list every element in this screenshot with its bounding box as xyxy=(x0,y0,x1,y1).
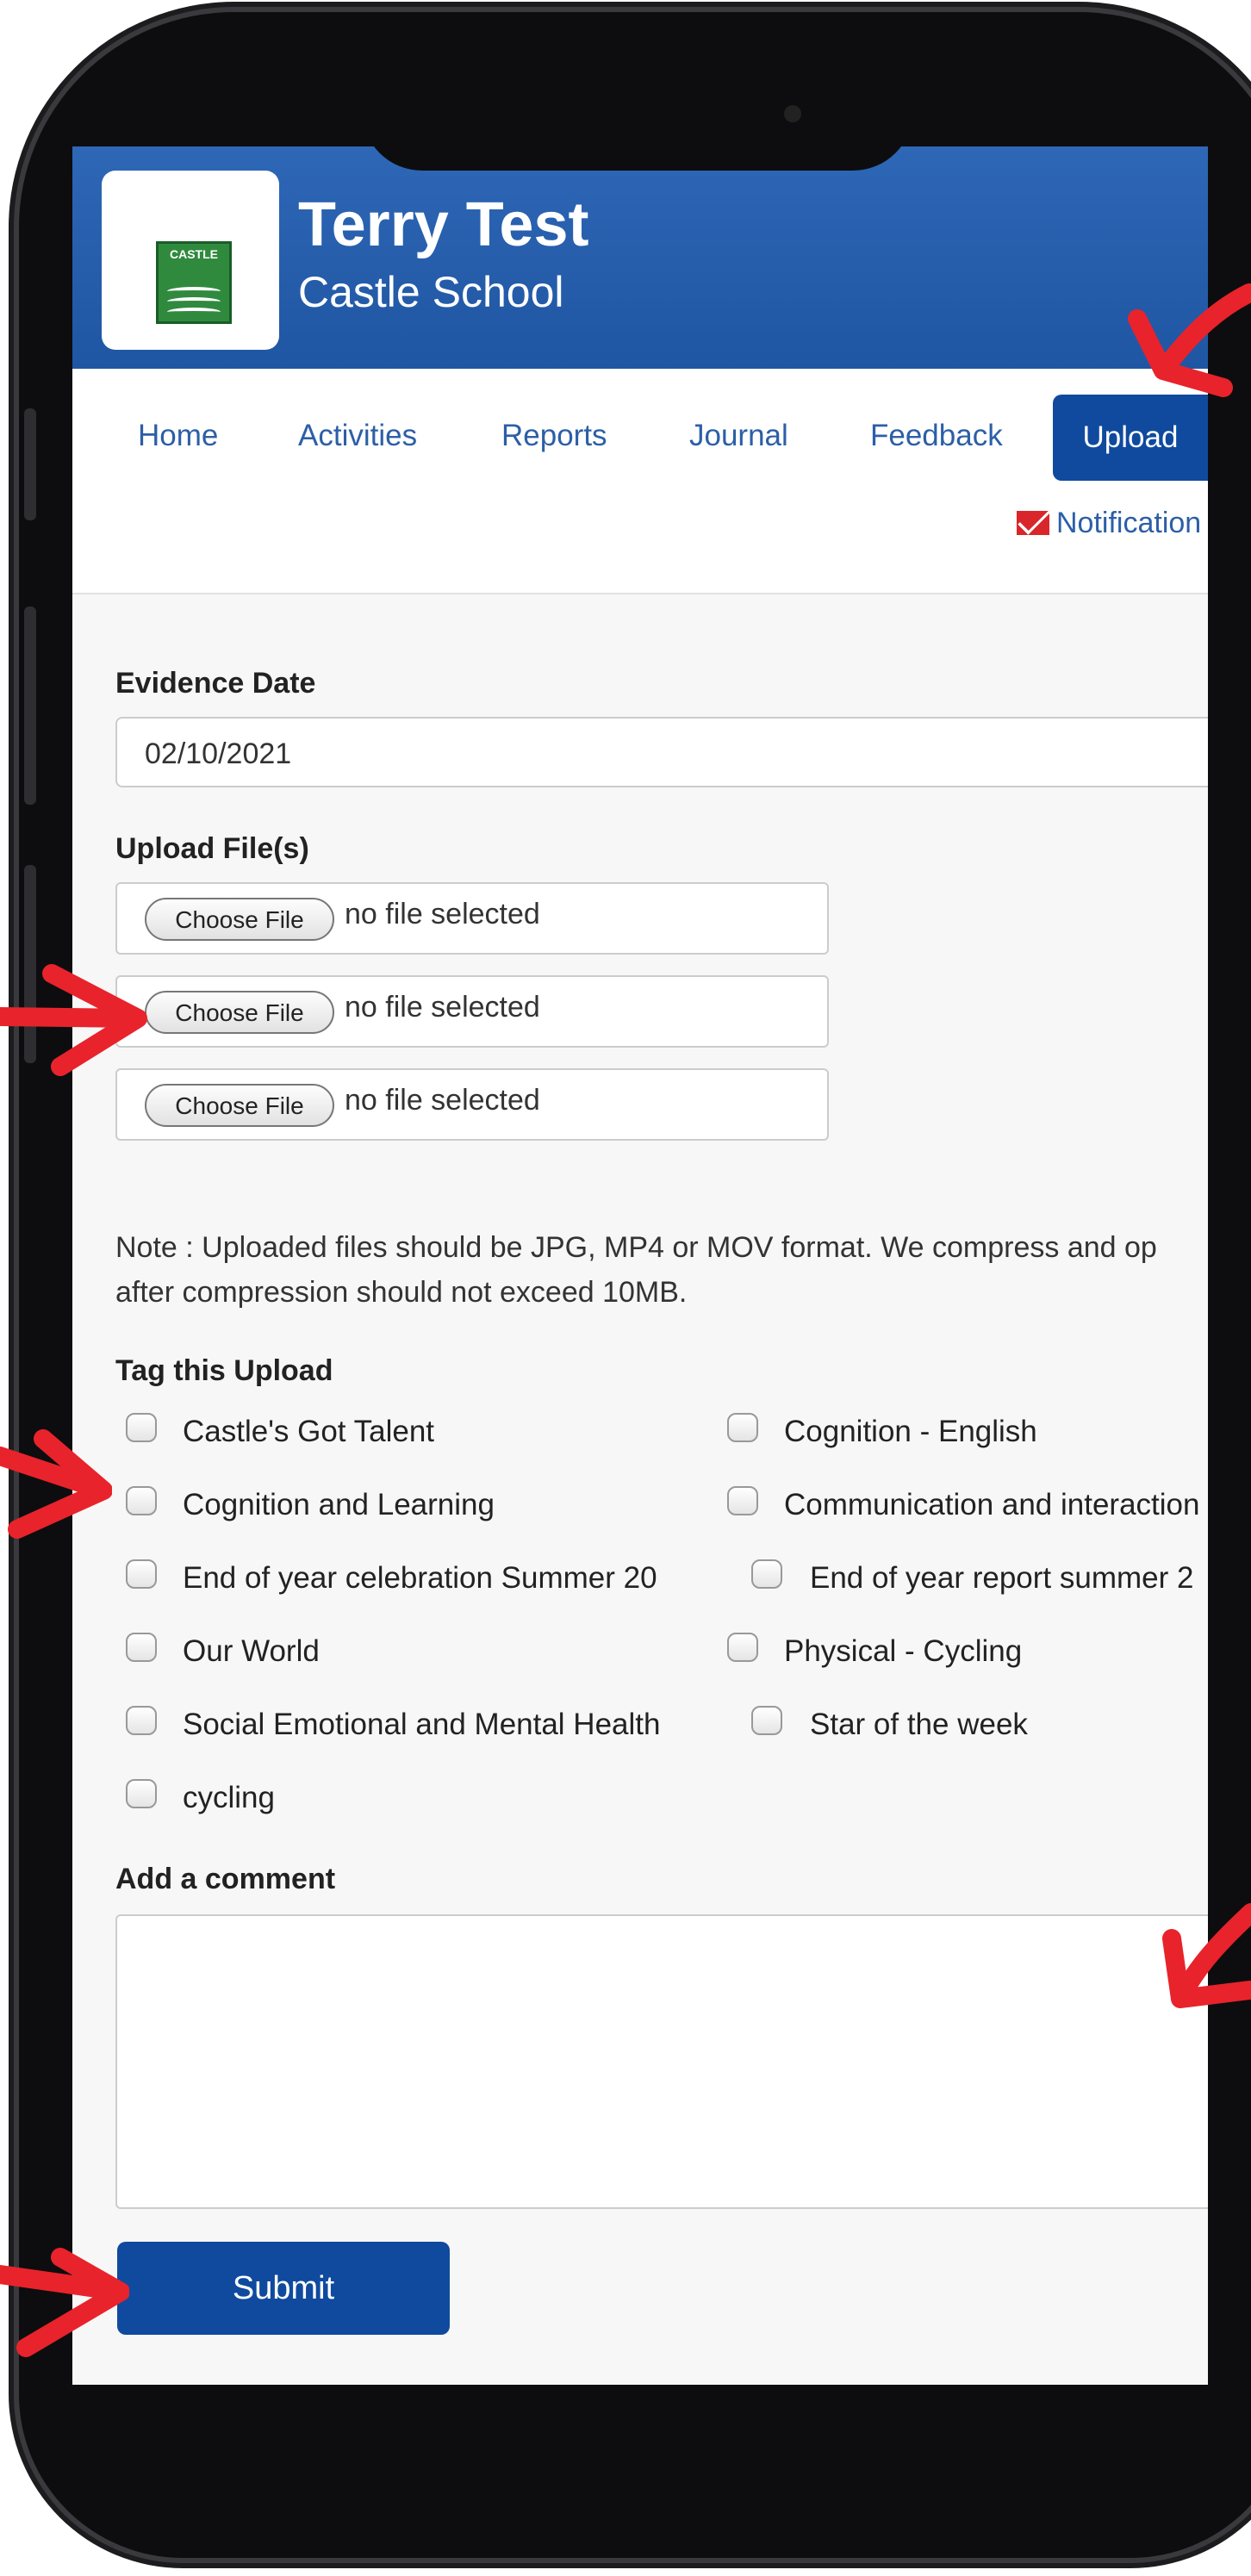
evidence-date-input[interactable]: 02/10/2021 xyxy=(115,717,1208,787)
tag-checkbox[interactable] xyxy=(727,1413,758,1442)
choose-file-button[interactable]: Choose File xyxy=(145,1084,334,1127)
file-status: no file selected xyxy=(345,1084,540,1117)
file-status: no file selected xyxy=(345,898,540,930)
logo-text: CASTLE xyxy=(170,247,218,261)
tag-label: Castle's Got Talent xyxy=(183,1415,435,1448)
tag-label: Our World xyxy=(183,1634,320,1668)
tag-checkbox[interactable] xyxy=(126,1779,157,1808)
upload-files-label: Upload File(s) xyxy=(115,832,309,865)
file-input-2: Choose File no file selected xyxy=(115,975,829,1048)
main-nav: Home Activities Reports Journal Feedback… xyxy=(72,369,1208,594)
nav-reports[interactable]: Reports xyxy=(501,419,607,453)
tag-checkbox[interactable] xyxy=(126,1559,157,1589)
tag-checkbox[interactable] xyxy=(727,1633,758,1662)
notifications-link[interactable]: Notification xyxy=(1017,507,1201,540)
tag-label: End of year celebration Summer 20 xyxy=(183,1561,657,1595)
note-line: Note : Uploaded files should be JPG, MP4… xyxy=(115,1231,1157,1264)
nav-activities[interactable]: Activities xyxy=(298,419,417,453)
evidence-date-label: Evidence Date xyxy=(115,667,316,700)
camera-icon xyxy=(784,105,801,122)
tag-checkbox[interactable] xyxy=(126,1413,157,1442)
tag-label: Physical - Cycling xyxy=(784,1634,1023,1668)
student-name: Terry Test xyxy=(298,190,589,259)
volume-up-button xyxy=(24,607,36,805)
phone-notch xyxy=(362,86,913,171)
app-screen: CASTLE Terry Test Castle School Home Act… xyxy=(72,146,1208,2385)
choose-file-button[interactable]: Choose File xyxy=(145,991,334,1034)
tag-label: Social Emotional and Mental Health xyxy=(183,1708,661,1741)
arrow-comment-icon xyxy=(1162,1903,1251,2008)
tag-label: Star of the week xyxy=(810,1708,1028,1741)
logo-wave xyxy=(167,297,221,306)
app-header: CASTLE Terry Test Castle School xyxy=(72,146,1208,369)
choose-file-button[interactable]: Choose File xyxy=(145,898,334,941)
nav-feedback[interactable]: Feedback xyxy=(870,419,1003,453)
file-input-1: Choose File no file selected xyxy=(115,882,829,955)
logo-wave xyxy=(167,308,221,316)
tag-label: Cognition - English xyxy=(784,1415,1037,1448)
tag-label: Communication and interaction xyxy=(784,1488,1200,1521)
tag-label: Cognition and Learning xyxy=(183,1488,495,1521)
tag-checkbox[interactable] xyxy=(751,1706,782,1735)
tag-checkbox[interactable] xyxy=(727,1486,758,1515)
tag-label: End of year report summer 2 xyxy=(810,1561,1194,1595)
nav-home[interactable]: Home xyxy=(138,419,218,453)
arrow-tags-icon xyxy=(0,1429,112,1539)
arrow-upload-icon xyxy=(1128,283,1251,397)
mute-switch xyxy=(24,408,36,520)
upload-note: Note : Uploaded files should be JPG, MP4… xyxy=(115,1225,1208,1315)
school-name: Castle School xyxy=(298,268,564,316)
logo-wave xyxy=(167,287,221,296)
school-logo-box: CASTLE xyxy=(102,171,279,350)
comment-textarea[interactable] xyxy=(115,1914,1208,2209)
notifications-label: Notification xyxy=(1056,507,1202,539)
tag-upload-label: Tag this Upload xyxy=(115,1354,333,1387)
tag-label: cycling xyxy=(183,1781,275,1814)
submit-button[interactable]: Submit xyxy=(117,2242,450,2335)
note-line: after compression should not exceed 10MB… xyxy=(115,1276,688,1309)
tag-checkbox[interactable] xyxy=(126,1633,157,1662)
castle-logo-icon: CASTLE xyxy=(156,241,232,324)
arrow-choose-file-icon xyxy=(0,964,147,1076)
tag-checkbox[interactable] xyxy=(126,1486,157,1515)
file-status: no file selected xyxy=(345,991,540,1024)
tag-checkbox[interactable] xyxy=(126,1706,157,1735)
tag-checkbox[interactable] xyxy=(751,1559,782,1589)
envelope-icon xyxy=(1017,511,1049,535)
file-input-3: Choose File no file selected xyxy=(115,1068,829,1141)
comment-label: Add a comment xyxy=(115,1863,336,1895)
nav-journal[interactable]: Journal xyxy=(689,419,788,453)
arrow-submit-icon xyxy=(0,2248,129,2357)
